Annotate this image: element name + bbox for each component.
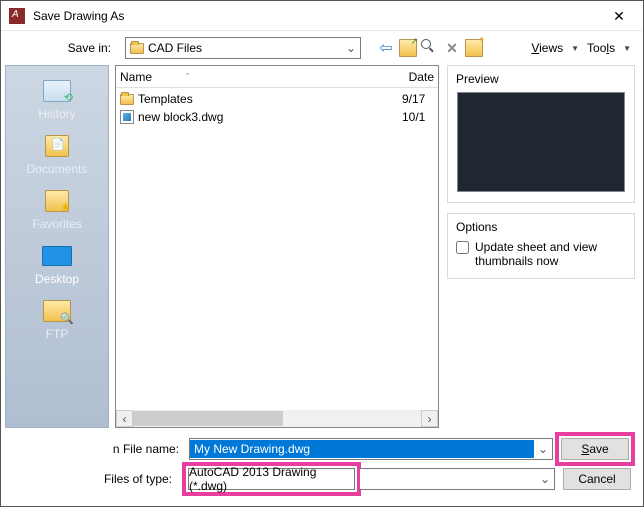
- filename-combo[interactable]: ⌄: [189, 438, 553, 460]
- titlebar: Save Drawing As ✕: [1, 1, 643, 31]
- desktop-icon: [42, 246, 72, 266]
- search-web-icon[interactable]: [421, 39, 439, 57]
- folder-icon: [120, 94, 134, 105]
- footer: n File name:File name: ⌄ Save Files of t…: [1, 428, 643, 506]
- scroll-right-icon[interactable]: ›: [421, 410, 438, 427]
- sidebar-item-desktop[interactable]: Desktop: [35, 243, 79, 286]
- sidebar-item-favorites[interactable]: Favorites: [32, 188, 81, 231]
- window-title: Save Drawing As: [33, 9, 597, 23]
- sidebar-item-ftp[interactable]: FTP: [42, 298, 72, 341]
- sidebar-item-label: Favorites: [32, 217, 81, 231]
- preview-thumbnail: [457, 92, 625, 192]
- horizontal-scrollbar[interactable]: ‹ ›: [116, 410, 438, 427]
- column-date-label: Date: [409, 70, 434, 84]
- file-list: Name ˆ Date Templates 9/17 new block3.dw…: [115, 65, 439, 428]
- filetype-value: AutoCAD 2013 Drawing (*.dwg): [189, 465, 354, 493]
- dwg-file-icon: [120, 110, 134, 124]
- column-name[interactable]: Name ˆ: [120, 70, 409, 84]
- list-item[interactable]: Templates 9/17: [120, 90, 434, 108]
- filetype-combo[interactable]: ⌄: [360, 468, 555, 490]
- folder-icon: [130, 43, 144, 54]
- savein-dropdown[interactable]: CAD Files ⌄: [125, 37, 361, 59]
- scroll-thumb[interactable]: [133, 411, 283, 426]
- filetype-highlight: AutoCAD 2013 Drawing (*.dwg): [182, 462, 361, 496]
- filename-input[interactable]: [190, 440, 534, 458]
- list-rows: Templates 9/17 new block3.dwg 10/1: [116, 88, 438, 410]
- save-button[interactable]: Save: [561, 438, 629, 460]
- nav-icon-group: ⇦ ✕: [377, 39, 483, 57]
- ftp-icon: [43, 300, 71, 322]
- filename-label: n File name:File name:: [1, 442, 189, 456]
- sidebar-item-history[interactable]: History: [38, 78, 75, 121]
- chevron-down-icon[interactable]: ⌄: [536, 472, 554, 486]
- close-button[interactable]: ✕: [597, 2, 641, 30]
- tools-dropdown-icon[interactable]: ▼: [623, 44, 631, 53]
- sort-ascending-icon: ˆ: [186, 72, 189, 82]
- file-name: new block3.dwg: [138, 110, 398, 124]
- column-date[interactable]: Date: [409, 70, 434, 84]
- list-item[interactable]: new block3.dwg 10/1: [120, 108, 434, 126]
- file-name: Templates: [138, 92, 398, 106]
- savein-label: Save in:: [1, 41, 119, 55]
- sidebar-item-label: Desktop: [35, 272, 79, 286]
- column-name-label: Name: [120, 70, 152, 84]
- filetype-label: Files of type:: [1, 472, 182, 486]
- savein-toolbar: Save in: CAD Files ⌄ ⇦ ✕ Views ▼ Tools ▼: [1, 31, 643, 65]
- sidebar-item-label: History: [38, 107, 75, 121]
- new-folder-icon[interactable]: [465, 39, 483, 57]
- update-thumbnails-label: Update sheet and view thumbnails now: [475, 240, 626, 268]
- sidebar-item-label: FTP: [46, 327, 69, 341]
- tools-menu[interactable]: Tools: [585, 39, 617, 57]
- documents-icon: [45, 135, 69, 157]
- delete-icon[interactable]: ✕: [443, 39, 461, 57]
- app-icon: [9, 8, 25, 24]
- file-date: 9/17: [402, 92, 434, 106]
- savein-value: CAD Files: [148, 41, 342, 55]
- sidebar-item-documents[interactable]: Documents: [27, 133, 88, 176]
- back-icon[interactable]: ⇦: [377, 39, 395, 57]
- views-menu[interactable]: Views: [529, 39, 565, 57]
- options-label: Options: [456, 220, 626, 234]
- chevron-down-icon[interactable]: ⌄: [534, 442, 552, 456]
- update-thumbnails-checkbox[interactable]: [456, 241, 469, 254]
- chevron-down-icon: ⌄: [342, 41, 360, 55]
- history-icon: [43, 80, 71, 102]
- scroll-track[interactable]: [133, 410, 421, 427]
- preview-panel: Preview: [447, 65, 635, 203]
- file-date: 10/1: [402, 110, 434, 124]
- views-dropdown-icon[interactable]: ▼: [571, 44, 579, 53]
- cancel-button[interactable]: Cancel: [563, 468, 631, 490]
- up-folder-icon[interactable]: [399, 39, 417, 57]
- sidebar-item-label: Documents: [27, 162, 88, 176]
- list-header: Name ˆ Date: [116, 66, 438, 88]
- menu-group: Views ▼ Tools ▼: [529, 39, 631, 57]
- options-panel: Options Update sheet and view thumbnails…: [447, 213, 635, 279]
- scroll-left-icon[interactable]: ‹: [116, 410, 133, 427]
- favorites-icon: [45, 190, 69, 212]
- places-sidebar: History Documents Favorites Desktop FTP: [5, 65, 109, 428]
- preview-label: Preview: [456, 72, 626, 86]
